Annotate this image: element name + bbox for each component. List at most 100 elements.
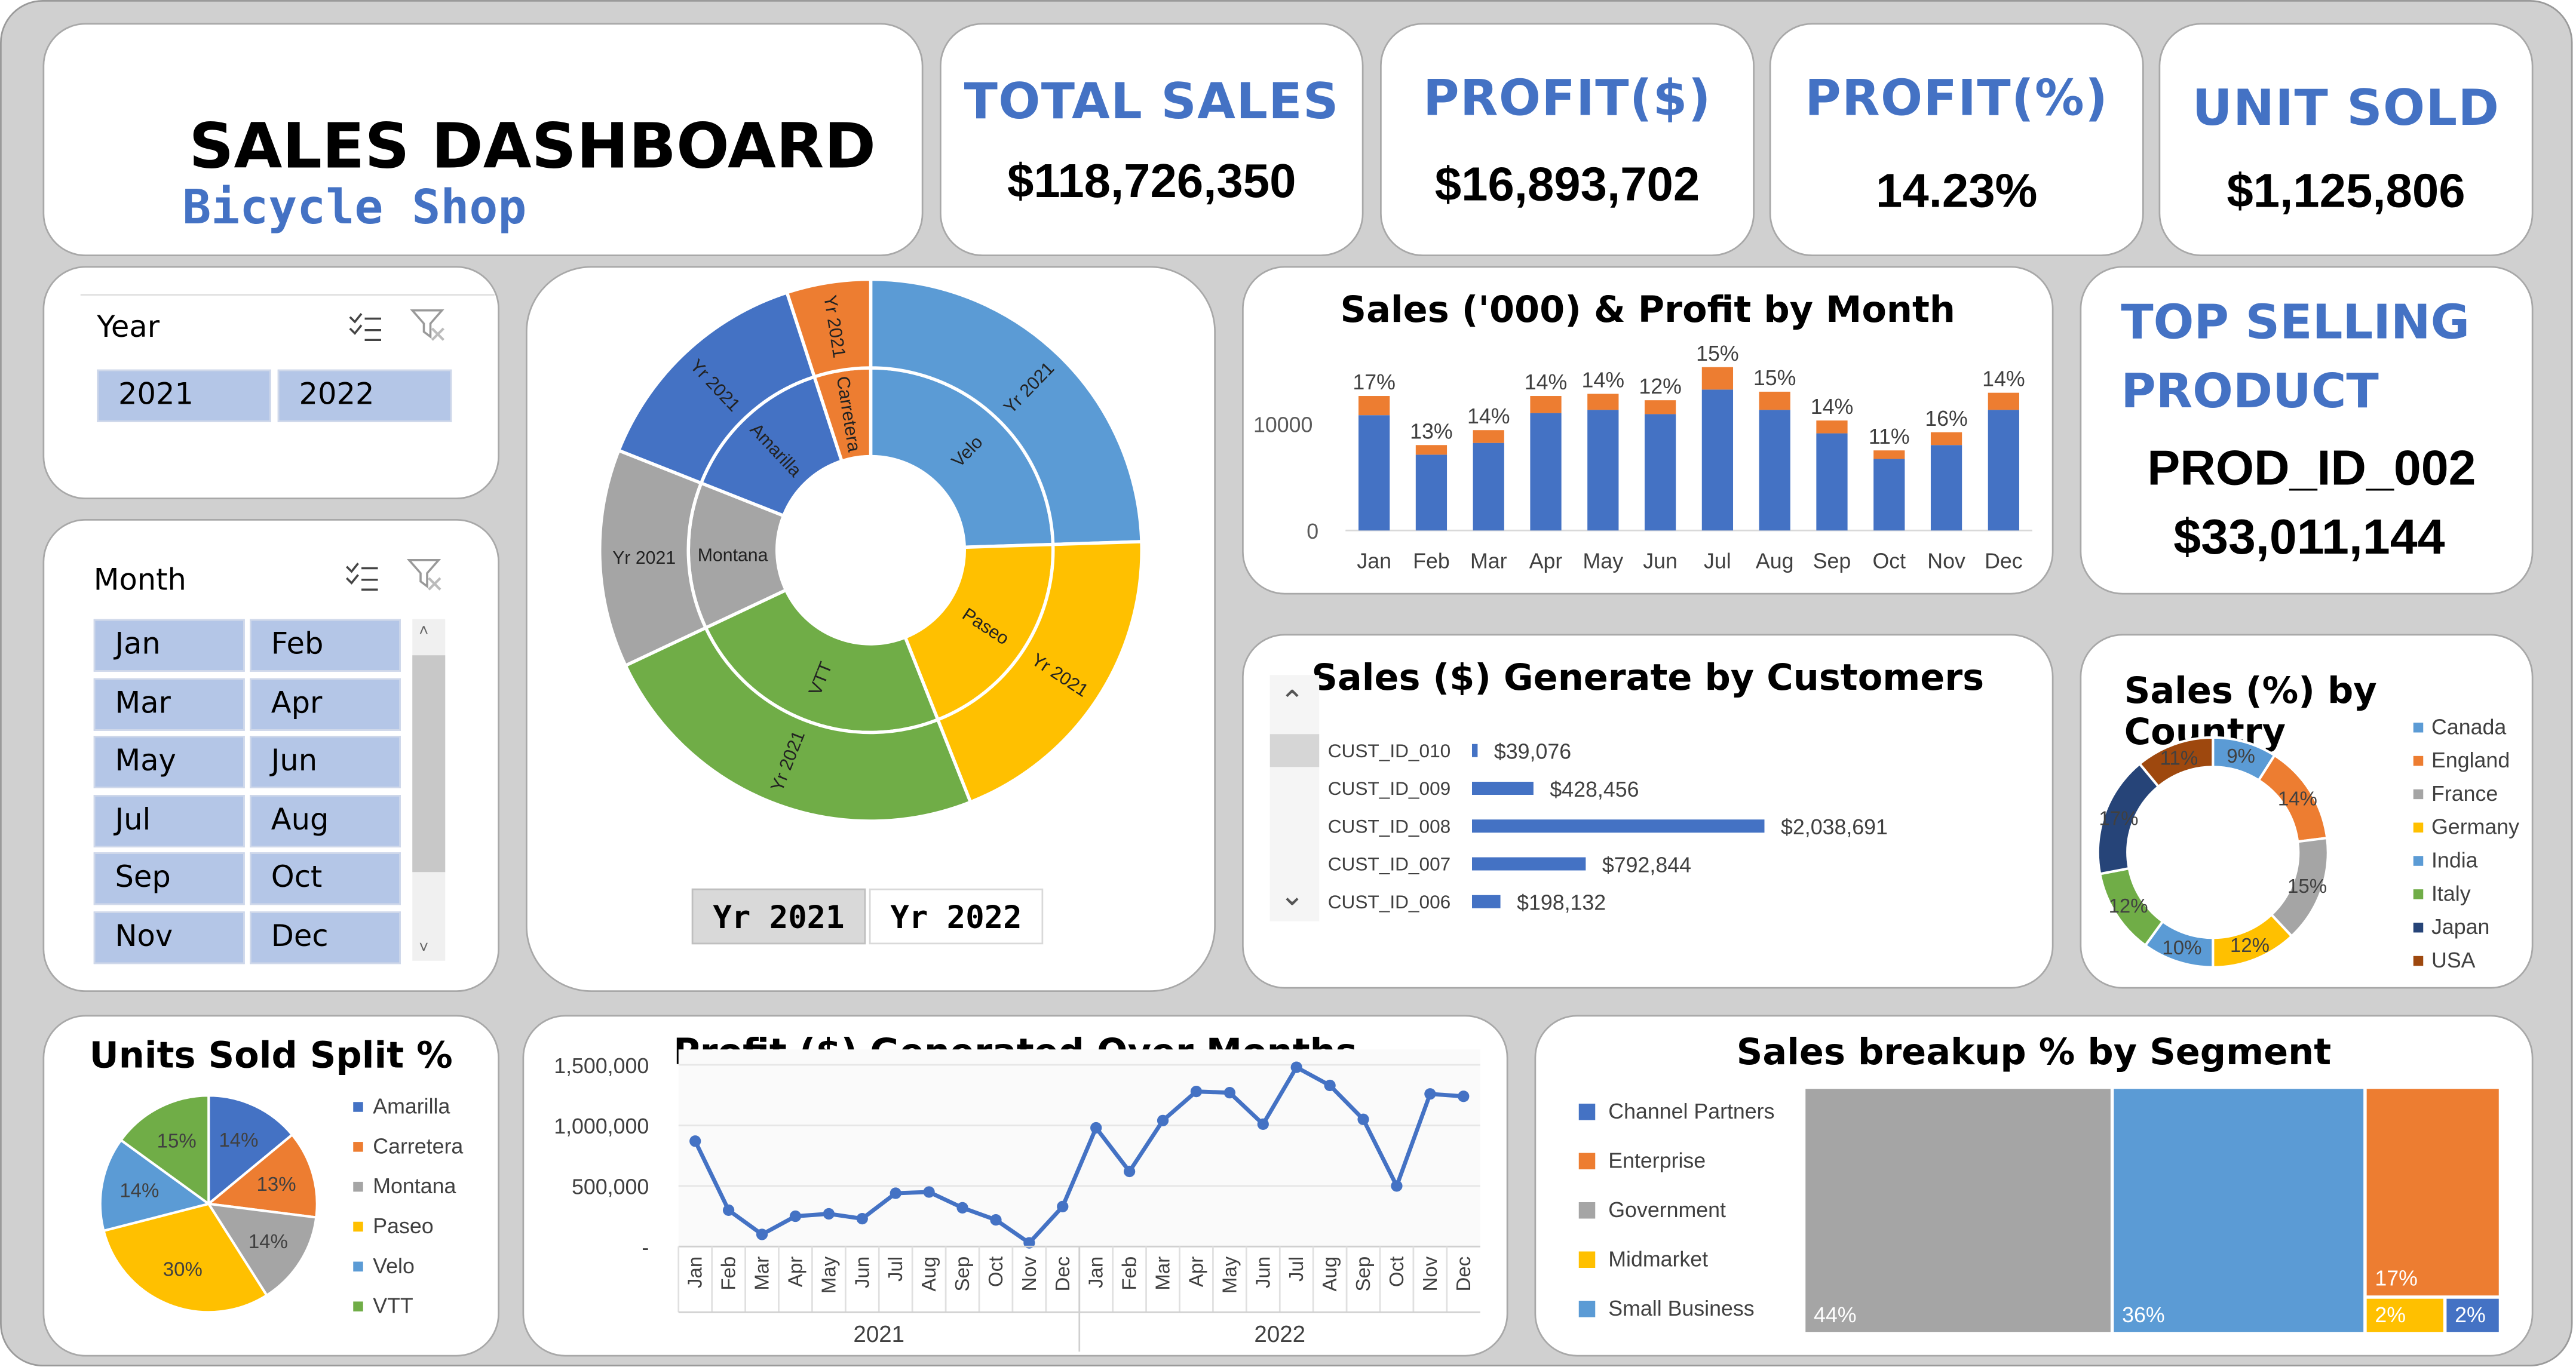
x-tick-label: May [1583, 549, 1624, 573]
kpi-profit-percent: PROFIT(%) 14.23% [1769, 23, 2144, 256]
year-slicer-title: Year [97, 310, 160, 345]
sunburst-chart: VeloYr 2021PaseoYr 2021VTTYr 2021Montana… [598, 277, 1143, 823]
legend-label: Midmarket [1608, 1247, 1708, 1271]
profit-point [890, 1187, 901, 1199]
kpi-label: UNIT SOLD [2192, 80, 2500, 138]
month-option-sep[interactable]: Sep [93, 852, 245, 905]
kpi-value: $118,726,350 [1007, 156, 1296, 209]
treemap-cell-label: 36% [2122, 1303, 2165, 1327]
scroll-down-icon[interactable]: ˅ [419, 939, 428, 957]
tab-yr-2022[interactable]: Yr 2022 [869, 888, 1044, 945]
multi-select-icon[interactable] [344, 560, 380, 593]
legend-swatch [2413, 889, 2424, 899]
profit-point [1190, 1086, 1203, 1098]
legend-label: Carretera [373, 1134, 463, 1158]
month-option-aug[interactable]: Aug [250, 794, 401, 847]
profit-point [1290, 1061, 1302, 1073]
month-option-jul[interactable]: Jul [93, 794, 245, 847]
customer-bar [1472, 819, 1765, 833]
treemap-cell [2114, 1089, 2364, 1332]
customer-value-label: $198,132 [1517, 891, 1606, 915]
month-option-feb[interactable]: Feb [250, 619, 401, 672]
customer-value-label: $39,076 [1494, 740, 1571, 764]
month-option-dec[interactable]: Dec [250, 910, 401, 963]
legend-swatch [2413, 755, 2424, 766]
month-option-jun[interactable]: Jun [250, 736, 401, 788]
monthly-sales-card: Sales ('000) & Profit by Month 0 10000 17%… [1242, 266, 2054, 595]
scrollbar-thumb[interactable] [412, 655, 446, 873]
profit-pct-label: 13% [1410, 419, 1453, 443]
profit-point [923, 1186, 935, 1198]
profit-point [1057, 1200, 1069, 1212]
month-option-oct[interactable]: Oct [250, 852, 401, 905]
profit-bar [1415, 445, 1448, 455]
customer-value-label: $428,456 [1550, 778, 1639, 801]
profit-pct-label: 15% [1696, 342, 1739, 365]
country-card: Sales (%) by Country 9% 14% 15% 12% 10% 12% 17… [2080, 634, 2534, 989]
profit-point [723, 1204, 735, 1217]
legend-swatch [2413, 822, 2424, 833]
clear-filter-icon[interactable] [409, 307, 449, 343]
month-slicer-title: Month [93, 563, 186, 598]
x-tick-label: Jun [851, 1257, 873, 1288]
top-product-value: $33,011,144 [2173, 511, 2445, 565]
scroll-up-icon[interactable]: ˄ [419, 622, 428, 640]
legend-swatch [1578, 1202, 1596, 1219]
units-slice-label: 14% [119, 1179, 159, 1202]
year-option-2022[interactable]: 2022 [277, 369, 452, 422]
legend-label: USA [2431, 948, 2476, 972]
customer-label: CUST_ID_007 [1328, 853, 1451, 875]
group-label: 2022 [1254, 1322, 1305, 1347]
x-tick-label: Dec [1985, 549, 2023, 573]
customer-label: CUST_ID_006 [1328, 891, 1451, 913]
month-slicer-scrollbar[interactable]: ˄ ˅ [412, 619, 446, 961]
country-slice-label: 9% [2227, 745, 2255, 767]
profit-point [789, 1210, 802, 1222]
kpi-label: PROFIT($) [1423, 70, 1712, 128]
month-option-mar[interactable]: Mar [93, 677, 245, 730]
multi-select-icon[interactable] [346, 311, 383, 343]
units-card: Units Sold Split % 14% 13% 14% 30% 14% 15% Ama… [42, 1015, 499, 1357]
customer-label: CUST_ID_008 [1328, 815, 1451, 837]
y-tick-label: 1,500,000 [554, 1054, 649, 1078]
legend-swatch [2413, 723, 2424, 733]
top-product-label-2: PRODUCT [2121, 363, 2379, 419]
legend-swatch [353, 1301, 363, 1311]
profit-bar [1644, 400, 1676, 414]
segment-card: Sales breakup % by Segment 44% 36% 17% 2% 2%… [1534, 1015, 2534, 1357]
customers-card: Sales ($) Generate by Customers ⌃ ⌄ CUST… [1242, 634, 2054, 989]
profit-line-card: Profit ($) Generated Over Months -500,00… [522, 1015, 1508, 1357]
profit-pct-label: 14% [1467, 404, 1510, 428]
legend-label: Government [1608, 1198, 1726, 1222]
sales-bar [1930, 445, 1962, 531]
legend-swatch [2413, 856, 2424, 866]
clear-filter-icon[interactable] [406, 557, 445, 593]
x-tick-label: Feb [717, 1257, 740, 1291]
x-tick-label: Apr [1529, 549, 1563, 573]
x-tick-label: Dec [1051, 1257, 1074, 1292]
profit-pct-label: 14% [1811, 395, 1854, 419]
month-option-apr[interactable]: Apr [250, 677, 401, 730]
profit-point [990, 1214, 1002, 1226]
x-tick-label: Jun [1643, 549, 1678, 573]
sales-bar [1415, 454, 1448, 531]
customers-bar-chart: CUST_ID_010 $39,076 CUST_ID_009 $428,456 CUS… [1328, 740, 1888, 915]
legend-label: Montana [373, 1174, 456, 1198]
month-option-may[interactable]: May [93, 736, 245, 788]
sales-bar [1816, 433, 1848, 531]
legend-swatch [2413, 922, 2424, 933]
kpi-value: $1,125,806 [2227, 165, 2465, 219]
year-option-2021[interactable]: 2021 [97, 369, 271, 422]
x-tick-label: Jul [1704, 549, 1731, 573]
x-tick-label: May [1218, 1256, 1240, 1294]
month-option-nov[interactable]: Nov [93, 910, 245, 963]
treemap-cell-label: 2% [2375, 1303, 2406, 1327]
profit-bar [1759, 391, 1790, 410]
group-label: 2021 [853, 1322, 904, 1347]
tab-yr-2021[interactable]: Yr 2021 [691, 888, 866, 945]
month-option-jan[interactable]: Jan [93, 619, 245, 672]
profit-pct-label: 17% [1353, 370, 1396, 394]
profit-bar [1873, 450, 1905, 459]
legend-label: India [2431, 849, 2478, 873]
customer-bar [1472, 895, 1501, 908]
